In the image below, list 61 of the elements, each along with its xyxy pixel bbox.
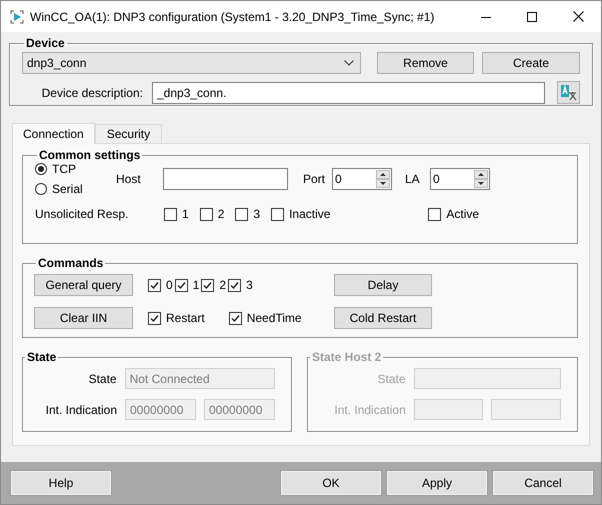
state-field: Not Connected <box>124 368 275 389</box>
spin-box[interactable]: 0 <box>430 168 490 190</box>
indication-label: Int. Indication <box>44 402 117 416</box>
la-label: LA <box>405 172 421 186</box>
checkbox[interactable]: 1 <box>164 207 189 221</box>
app-icon <box>10 10 24 24</box>
description-field[interactable]: _dnp3_conn. <box>152 82 545 104</box>
checkbox[interactable]: 0 <box>148 278 173 292</box>
checkbox[interactable]: Active <box>428 207 480 221</box>
help-button[interactable]: Help <box>11 471 111 495</box>
command-button[interactable]: Clear IIN <box>34 307 133 329</box>
device-dropdown[interactable]: dnp3_conn <box>22 52 361 74</box>
port-label: Port <box>303 172 326 186</box>
tab[interactable]: Security <box>94 124 162 143</box>
tab[interactable]: Connection <box>12 123 95 144</box>
command-button[interactable]: Cold Restart <box>334 307 432 329</box>
indication-field <box>414 399 484 420</box>
spin-arrows-icon <box>474 170 488 188</box>
translate-icon <box>560 84 577 101</box>
unsolicited-label: Unsolicited Resp. <box>35 207 130 221</box>
close-icon <box>572 11 584 22</box>
radio-button[interactable]: TCP <box>35 162 116 176</box>
group-title: State <box>26 350 58 364</box>
checkmark-icon <box>176 280 187 290</box>
indication-field: 00000000 <box>204 399 275 420</box>
maximize-icon <box>527 12 537 22</box>
indication-field: 00000000 <box>125 399 196 420</box>
group-title: Commands <box>37 256 104 270</box>
chevron-down-icon <box>344 60 354 66</box>
checkbox[interactable]: Inactive <box>271 207 330 221</box>
host-label: Host <box>116 172 142 186</box>
command-button[interactable]: Delay <box>334 274 432 296</box>
description-label: Device description: <box>40 86 143 100</box>
state-label: State <box>88 372 117 386</box>
remove-button[interactable]: Remove <box>377 52 474 74</box>
dialog-button[interactable]: Apply <box>387 471 487 495</box>
dialog-button[interactable]: OK <box>281 471 381 495</box>
checkmark-icon <box>230 312 241 324</box>
window-title: WinCC_OA(1): DNP3 configuration (System1 - 3.20_DNP3_Time_Sync; #1) <box>30 10 436 24</box>
checkmark-icon <box>229 280 240 290</box>
translate-button[interactable] <box>557 81 580 104</box>
state-label: State <box>376 372 406 386</box>
checkbox[interactable]: Restart <box>148 311 205 325</box>
spin-box[interactable]: 0 <box>332 168 392 190</box>
host-field[interactable] <box>163 168 288 190</box>
indication-label: Int. Indication <box>333 402 406 416</box>
radio-button[interactable]: Serial <box>35 182 116 196</box>
command-button[interactable]: General query <box>34 274 133 296</box>
dialog-button[interactable]: Cancel <box>493 471 593 495</box>
checkbox[interactable]: 2 <box>201 278 226 292</box>
checkmark-icon <box>149 312 160 324</box>
indication-field <box>491 399 561 420</box>
checkmark-icon <box>202 280 214 290</box>
group-title: Common settings <box>38 148 142 162</box>
checkbox[interactable]: 3 <box>235 207 260 221</box>
checkmark-icon <box>149 280 160 290</box>
checkbox[interactable]: NeedTime <box>228 311 302 325</box>
group-title: Device <box>25 36 66 50</box>
spin-arrows-icon <box>376 170 390 188</box>
group-title: State Host 2 <box>311 350 382 364</box>
create-button[interactable]: Create <box>482 52 580 74</box>
